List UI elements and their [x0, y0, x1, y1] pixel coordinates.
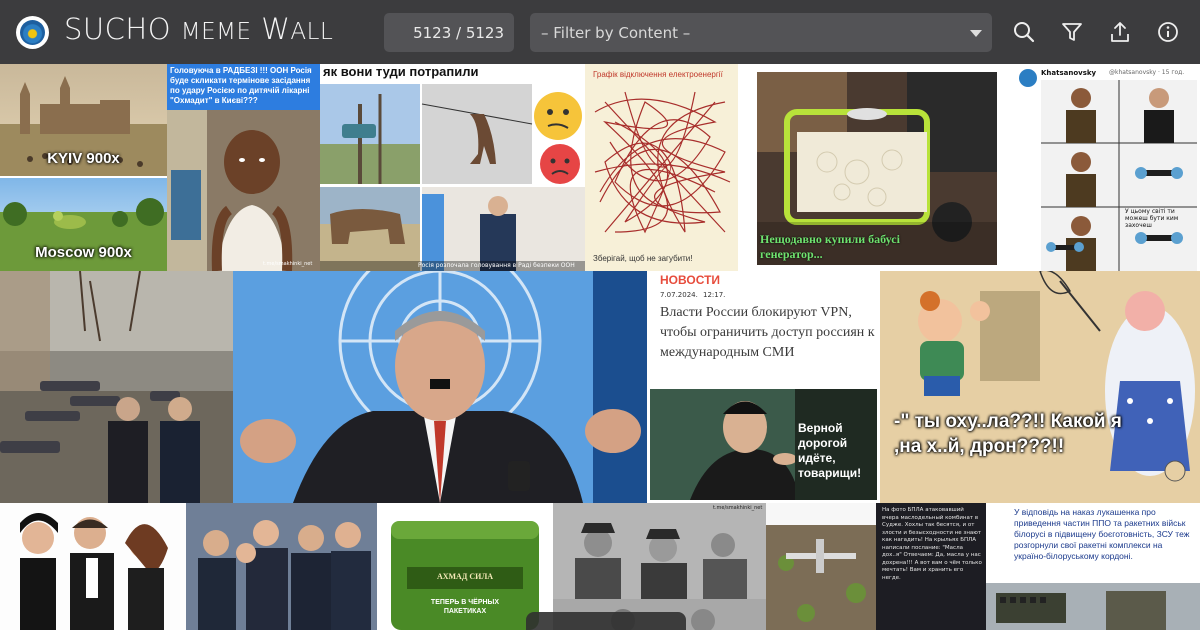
- top-bar: SUCHO MEME WALL 5123 / 5123 – Filter by …: [0, 0, 1200, 64]
- meme-tile-khatsanovsky[interactable]: Khatsanovsky @khatsanovsky · 15 год. У ц…: [1003, 64, 1200, 271]
- meme-image: [0, 271, 233, 503]
- meme-image: [1041, 80, 1197, 271]
- sucho-logo[interactable]: [16, 16, 49, 49]
- news-header: НОВОСТИ: [660, 273, 721, 287]
- avatar: [1019, 69, 1037, 87]
- title-part-4: ALL: [290, 19, 334, 45]
- meme-image: [233, 271, 647, 503]
- meme-banner-text: Головуюча в РАДБЕЗІ !!! ООН Росія буде с…: [170, 66, 312, 105]
- meme-title: як вони туди потрапили: [323, 64, 479, 79]
- filter-selected-value: – Filter by Content –: [541, 23, 691, 42]
- search-icon[interactable]: [1010, 18, 1038, 46]
- meme-caption: -" ты оху..ла??!! Какой я ,на х..й, дрон…: [894, 411, 1122, 457]
- meme-tile-politicians[interactable]: [186, 503, 377, 630]
- meme-image: [0, 64, 167, 271]
- meme-image: [986, 583, 1200, 630]
- meme-image: [880, 271, 1200, 503]
- meme-tile-officers[interactable]: t.me/smakhinki_net: [553, 503, 766, 630]
- meme-caption: Росія розпочала головування в Раді безпе…: [418, 262, 575, 269]
- meme-title: Графік відключення електроенергії: [593, 70, 723, 79]
- meme-text: На фото БПЛА атаковавший вчера маслодель…: [882, 507, 982, 581]
- meme-bubble: Верной дорогой идёте, товарищи!: [798, 421, 862, 480]
- tea-brand: АХМАД СИЛА: [436, 572, 494, 581]
- tea-subtitle: ТЕПЕРЬ В ЧЁРНЫХ ПАКЕТИКАХ: [430, 599, 500, 615]
- meme-image: [594, 91, 731, 234]
- meme-wall-app: SUCHO MEME WALL 5123 / 5123 – Filter by …: [0, 0, 1200, 630]
- news-time: 12:17.: [703, 291, 726, 299]
- funnel-icon[interactable]: [1058, 18, 1086, 46]
- app-title: SUCHO MEME WALL: [64, 12, 333, 46]
- meme-tile-ohmadyt[interactable]: Головуюча в РАДБЕЗІ !!! ООН Росія буде с…: [167, 64, 320, 271]
- meme-tile-un-speaker[interactable]: [233, 271, 647, 503]
- meme-bubble: У цьому світі ти можеш бути ким захочеш: [1125, 208, 1179, 229]
- meme-caption: Нещодавно купили бабусі генератор...: [760, 232, 900, 261]
- tweet-handle: @khatsanovsky · 15 год.: [1109, 69, 1185, 76]
- meme-credit: t.me/smakhinki_net: [263, 261, 313, 267]
- meme-image: [167, 110, 320, 271]
- title-part-3: W: [251, 12, 291, 46]
- chevron-down-icon: [970, 30, 982, 37]
- meme-tile-drone-wreck[interactable]: [766, 503, 876, 630]
- meme-credit: t.me/smakhinki_net: [713, 505, 763, 511]
- tweet-author: Khatsanovsky: [1041, 69, 1097, 77]
- meme-tile-suzha-text[interactable]: На фото БПЛА атаковавший вчера маслодель…: [876, 503, 986, 630]
- meme-caption-bottom: Moscow 900x: [35, 244, 132, 261]
- title-part-1: SUCHO: [64, 12, 181, 46]
- meme-image: [320, 84, 585, 271]
- meme-tile-bond[interactable]: [0, 503, 186, 630]
- meme-image: [766, 503, 876, 630]
- floating-toolbar[interactable]: [526, 612, 686, 630]
- meme-text: У відповідь на наказ лукашенка про приве…: [1014, 507, 1190, 561]
- content-filter-select[interactable]: – Filter by Content –: [530, 13, 992, 52]
- meme-caption-top: KYIV 900x: [47, 150, 120, 167]
- meme-image: [0, 503, 186, 630]
- meme-tile-how-they-got-there[interactable]: як вони туди потрапили Росія розпочала г…: [320, 64, 585, 271]
- meme-tile-belarus[interactable]: У відповідь на наказ лукашенка про приве…: [986, 503, 1200, 630]
- meme-image: [186, 503, 377, 630]
- meme-tile-power-schedule[interactable]: Графік відключення електроенергії Зберіг…: [585, 64, 738, 271]
- upload-icon[interactable]: [1106, 18, 1134, 46]
- meme-tile-handshake[interactable]: [0, 271, 233, 503]
- meme-tile-vpn-news[interactable]: НОВОСТИ 7.07.2024. 12:17. Власти России …: [647, 271, 880, 503]
- meme-image: [553, 503, 766, 630]
- meme-tile-kyiv-moscow[interactable]: KYIV 900x Moscow 900x: [0, 64, 167, 271]
- meme-tile-cartoon-drone[interactable]: -" ты оху..ла??!! Какой я ,на х..й, дрон…: [880, 271, 1200, 503]
- item-counter[interactable]: 5123 / 5123: [384, 13, 514, 52]
- meme-caption: Зберігай, щоб не загубити!: [593, 254, 693, 263]
- news-date: 7.07.2024.: [660, 291, 698, 299]
- title-part-2: MEME: [180, 19, 252, 45]
- news-text: Власти России блокируют VPN, чтобы огран…: [660, 305, 875, 360]
- meme-tile-tea-tin[interactable]: АХМАД СИЛА ТЕПЕРЬ В ЧЁРНЫХ ПАКЕТИКАХ: [377, 503, 553, 630]
- info-icon[interactable]: [1154, 18, 1182, 46]
- meme-tile-generator[interactable]: Нещодавно купили бабусі генератор...: [738, 64, 1003, 271]
